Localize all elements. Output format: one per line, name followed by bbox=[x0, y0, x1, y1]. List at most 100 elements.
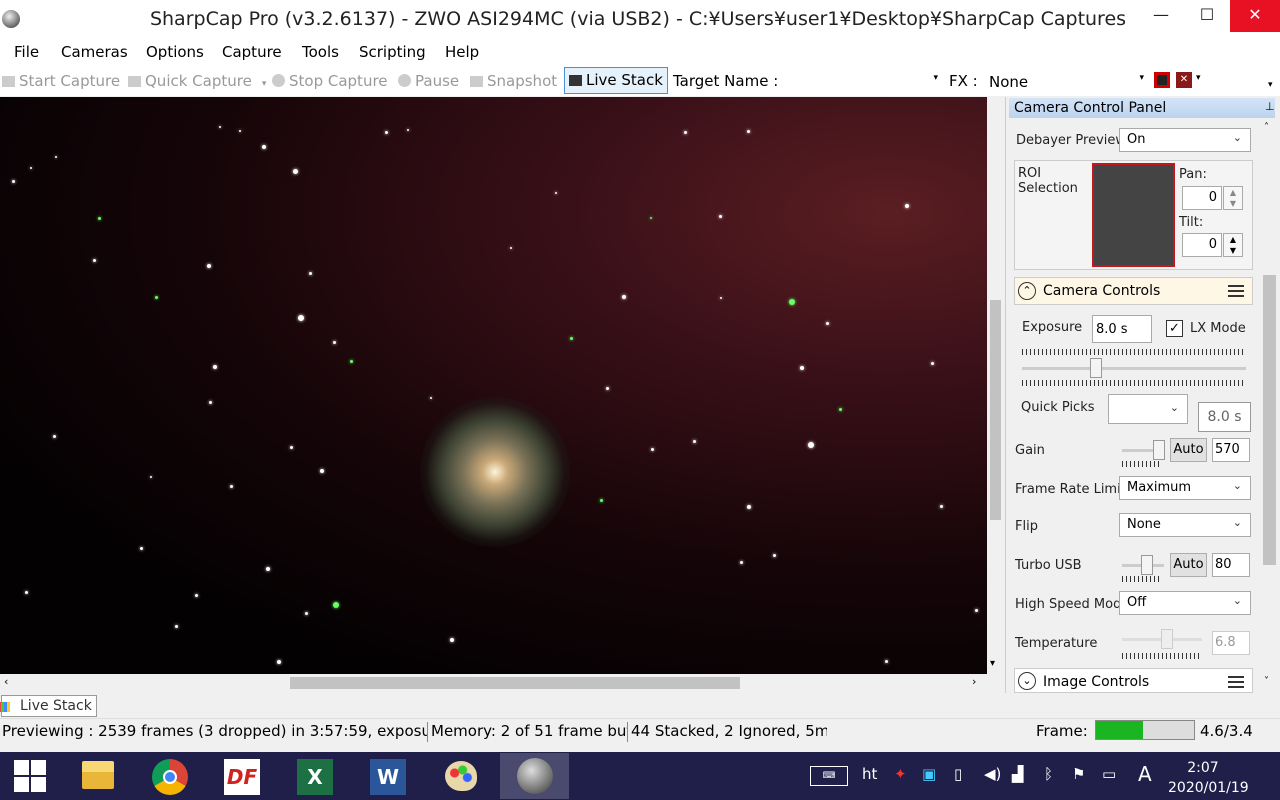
roi-selection-box[interactable] bbox=[1092, 163, 1175, 267]
chevron-down-icon: ⌄ bbox=[1232, 479, 1242, 492]
acrobat-icon[interactable]: ✦ bbox=[894, 765, 907, 783]
menu-file[interactable]: File bbox=[14, 43, 39, 61]
star bbox=[293, 169, 298, 174]
stop-capture-button[interactable]: Stop Capture bbox=[272, 72, 388, 90]
grid-icon[interactable]: ✕ bbox=[1176, 72, 1192, 88]
excel-icon[interactable]: X bbox=[293, 755, 337, 797]
lx-mode-checkbox[interactable]: ✓ bbox=[1166, 320, 1183, 337]
turbo-usb-auto-button[interactable]: Auto bbox=[1170, 553, 1207, 577]
turbo-usb-slider-thumb[interactable] bbox=[1141, 555, 1153, 575]
frame-rate-limit-select[interactable]: Maximum ⌄ bbox=[1119, 476, 1251, 500]
menu-icon[interactable] bbox=[1228, 285, 1244, 297]
paint-icon[interactable] bbox=[439, 755, 483, 797]
menu-options[interactable]: Options bbox=[146, 43, 204, 61]
chrome-icon[interactable] bbox=[148, 755, 192, 797]
gain-auto-button[interactable]: Auto bbox=[1170, 438, 1207, 462]
tilt-spinner[interactable]: ▲ ▼ bbox=[1223, 233, 1243, 257]
menu-capture[interactable]: Capture bbox=[222, 43, 282, 61]
gain-slider-thumb[interactable] bbox=[1153, 440, 1165, 460]
quick-capture-button[interactable]: Quick Capture ▾ bbox=[128, 72, 266, 90]
chevron-down-icon[interactable]: ▾ bbox=[1196, 73, 1201, 83]
scroll-up-icon[interactable]: ˄ bbox=[1264, 122, 1269, 133]
expand-icon[interactable]: ⌄ bbox=[1018, 672, 1036, 690]
flip-select[interactable]: None ⌄ bbox=[1119, 513, 1251, 537]
menu-scripting[interactable]: Scripting bbox=[359, 43, 426, 61]
exposure-input[interactable]: 8.0 s bbox=[1092, 315, 1152, 343]
star bbox=[975, 609, 978, 612]
bluetooth-icon[interactable]: ᛒ bbox=[1044, 765, 1053, 783]
flip-value: None bbox=[1127, 517, 1161, 532]
file-explorer-icon[interactable] bbox=[76, 755, 120, 797]
windows-icon bbox=[0, 702, 10, 712]
live-stack-button[interactable]: Live Stack bbox=[564, 67, 668, 94]
collapse-icon[interactable]: ⌃ bbox=[1018, 282, 1036, 300]
exposure-slider-track[interactable] bbox=[1022, 367, 1246, 370]
ht-app-icon[interactable]: ht bbox=[862, 765, 877, 783]
scroll-right-icon[interactable]: › bbox=[972, 675, 976, 688]
word-icon[interactable]: W bbox=[366, 755, 410, 797]
star bbox=[773, 554, 776, 557]
star bbox=[277, 660, 281, 664]
flag-icon[interactable]: ⚑ bbox=[1072, 765, 1085, 783]
pause-button[interactable]: Pause bbox=[398, 72, 459, 90]
keyboard-icon[interactable]: ⌨ bbox=[810, 766, 848, 786]
star bbox=[140, 547, 143, 550]
battery-icon[interactable]: ▯ bbox=[954, 765, 962, 783]
lx-mode-label: LX Mode bbox=[1190, 321, 1246, 336]
start-capture-button[interactable]: Start Capture bbox=[2, 72, 120, 90]
image-viewer[interactable] bbox=[0, 97, 987, 674]
chevron-down-icon[interactable]: ▾ bbox=[262, 79, 267, 89]
volume-icon[interactable]: ◀) bbox=[984, 765, 1001, 783]
frame-label: Frame: bbox=[1036, 722, 1088, 740]
pin-icon[interactable]: ⊥ bbox=[1265, 100, 1275, 113]
star bbox=[808, 442, 814, 448]
ime-indicator[interactable]: A bbox=[1138, 762, 1152, 786]
menu-help[interactable]: Help bbox=[445, 43, 479, 61]
close-button[interactable]: ✕ bbox=[1230, 0, 1280, 32]
scroll-down-icon[interactable]: ▾ bbox=[990, 658, 995, 669]
pan-input[interactable]: 0 bbox=[1182, 186, 1222, 210]
star bbox=[333, 602, 339, 608]
viewer-horizontal-scroll-thumb[interactable] bbox=[290, 677, 740, 689]
clock[interactable]: 2:07 2020/01/19 bbox=[1168, 758, 1249, 798]
menu-tools[interactable]: Tools bbox=[302, 43, 339, 61]
video-icon bbox=[128, 76, 141, 87]
tab-live-stack[interactable]: Live Stack bbox=[0, 695, 97, 717]
gain-input[interactable]: 570 bbox=[1212, 438, 1250, 462]
temperature-label: Temperature bbox=[1015, 636, 1098, 651]
frame-rate-limit-value: Maximum bbox=[1127, 480, 1192, 495]
chevron-down-icon: ⌄ bbox=[1169, 401, 1179, 414]
debayer-preview-select[interactable]: On ⌄ bbox=[1119, 128, 1251, 152]
wifi-icon[interactable]: ▟ bbox=[1012, 765, 1024, 783]
tilt-input[interactable]: 0 bbox=[1182, 233, 1222, 257]
fx-select[interactable]: None ▾ bbox=[984, 70, 1148, 92]
sharpcap-taskbar-icon[interactable] bbox=[500, 753, 569, 799]
scroll-down-icon[interactable]: ˅ bbox=[1264, 676, 1269, 687]
menu-cameras[interactable]: Cameras bbox=[61, 43, 128, 61]
df-app-icon[interactable]: DF bbox=[220, 755, 264, 797]
viewer-vertical-scroll-thumb[interactable] bbox=[990, 300, 1001, 520]
scroll-left-icon[interactable]: ‹ bbox=[4, 675, 8, 688]
turbo-usb-input[interactable]: 80 bbox=[1212, 553, 1250, 577]
snapshot-button[interactable]: Snapshot bbox=[470, 72, 557, 90]
star bbox=[430, 397, 432, 399]
target-name-input[interactable]: ▾ bbox=[780, 70, 942, 92]
temperature-value: 6.8 bbox=[1212, 631, 1250, 655]
star bbox=[693, 440, 696, 443]
star bbox=[651, 448, 654, 451]
display-icon[interactable]: ▭ bbox=[1102, 765, 1116, 783]
minimize-button[interactable]: — bbox=[1138, 0, 1184, 32]
star bbox=[98, 217, 101, 220]
pan-spinner[interactable]: ▲ ▼ bbox=[1223, 186, 1243, 210]
toolbar-overflow-icon[interactable]: ▾ bbox=[1268, 80, 1273, 90]
menu-icon[interactable] bbox=[1228, 676, 1244, 688]
gain-label: Gain bbox=[1015, 443, 1045, 458]
maximize-button[interactable]: ☐ bbox=[1184, 0, 1230, 32]
exposure-slider-thumb[interactable] bbox=[1090, 358, 1102, 378]
panel-scroll-thumb[interactable] bbox=[1263, 275, 1276, 565]
start-button[interactable] bbox=[14, 760, 46, 792]
record-icon[interactable] bbox=[1154, 72, 1170, 88]
high-speed-mode-select[interactable]: Off ⌄ bbox=[1119, 591, 1251, 615]
network-app-icon[interactable]: ▣ bbox=[922, 765, 936, 783]
quick-picks-select[interactable]: ⌄ bbox=[1108, 394, 1188, 424]
